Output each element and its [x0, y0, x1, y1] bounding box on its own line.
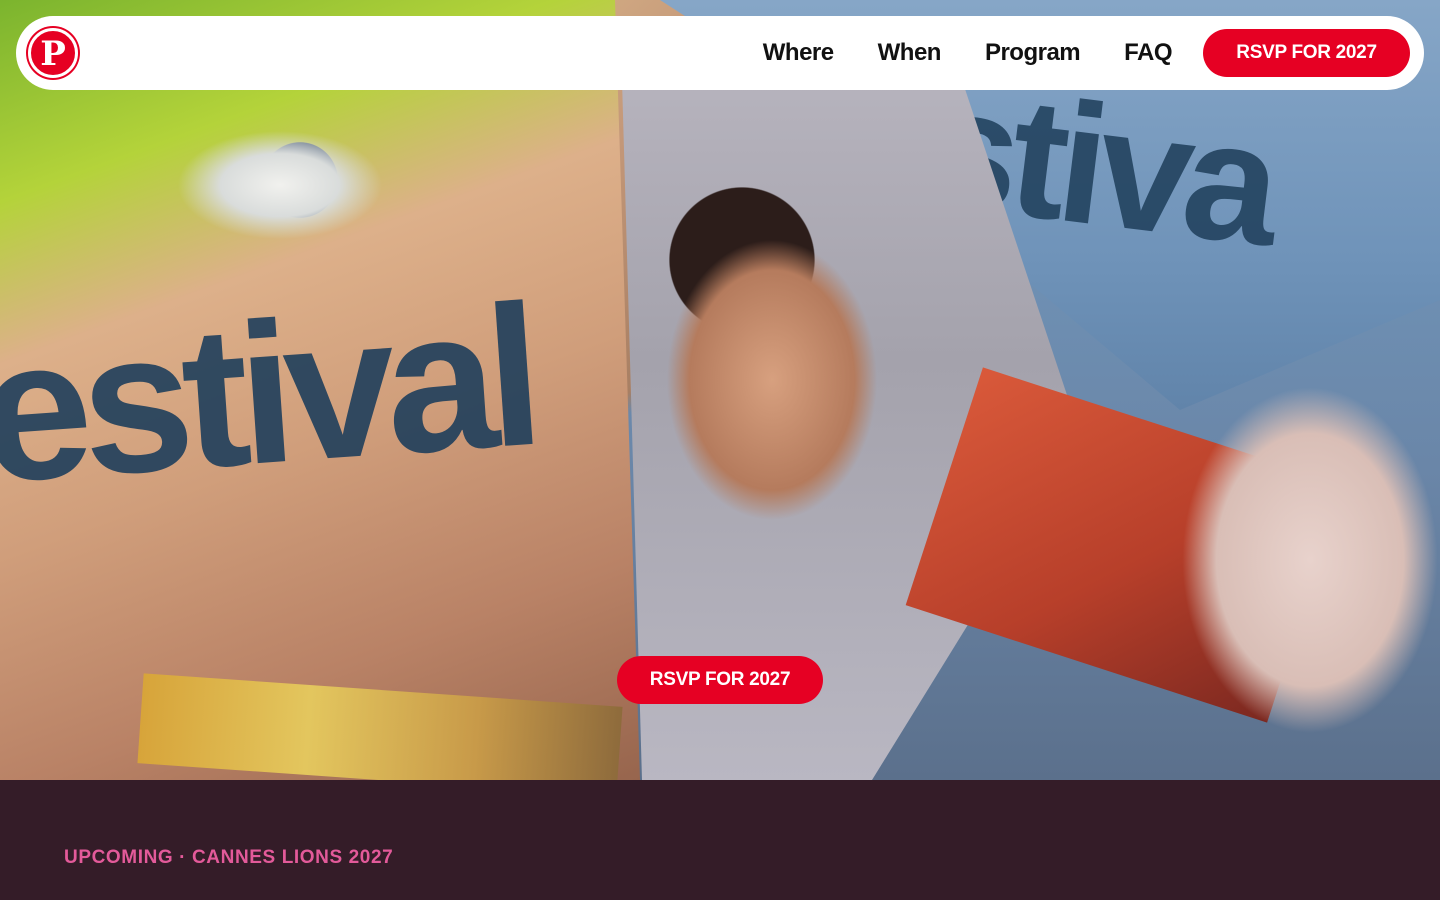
nav-link-where[interactable]: Where: [763, 39, 834, 67]
hero-banner: festiva estival RSVP FOR 2027: [0, 0, 1440, 780]
logo-glyph: P: [40, 34, 66, 74]
top-navbar: P Where When Program FAQ RSVP FOR 2027: [16, 16, 1424, 90]
nav-link-faq[interactable]: FAQ: [1124, 39, 1172, 67]
collage-festival-word-left: estival: [0, 263, 540, 526]
nav-rsvp-button[interactable]: RSVP FOR 2027: [1203, 29, 1410, 77]
hero-rsvp-button[interactable]: RSVP FOR 2027: [617, 656, 823, 704]
nav-links: Where When Program FAQ: [763, 16, 1173, 90]
pinterest-logo-icon[interactable]: P: [28, 28, 78, 78]
collage-hand: [1120, 300, 1440, 780]
upcoming-section: UPCOMING · CANNES LIONS 2027: [0, 780, 1440, 900]
section-eyebrow: UPCOMING · CANNES LIONS 2027: [64, 847, 394, 868]
nav-link-when[interactable]: When: [878, 39, 942, 67]
nav-link-program[interactable]: Program: [985, 39, 1081, 67]
